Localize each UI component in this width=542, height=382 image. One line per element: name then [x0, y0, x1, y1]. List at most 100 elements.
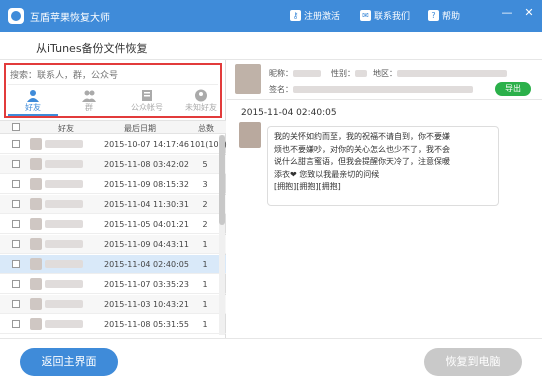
avatar	[30, 218, 42, 230]
row-date: 2015-11-05 04:01:21	[104, 220, 189, 229]
row-checkbox[interactable]	[12, 180, 20, 188]
nickname-label: 昵称：	[269, 69, 293, 78]
page-title: 从iTunes备份文件恢复	[36, 42, 148, 55]
list-scrollbar[interactable]	[219, 135, 225, 335]
row-total: 2	[202, 220, 208, 229]
help-label: 帮助	[442, 12, 461, 22]
tab-friends[interactable]: 好友	[8, 88, 58, 116]
close-button[interactable]: ✕	[522, 6, 536, 20]
table-row[interactable]: 2015-11-08 03:42:02 5	[0, 155, 226, 174]
row-checkbox[interactable]	[12, 200, 20, 208]
sender-avatar	[239, 122, 261, 148]
official-account-icon	[142, 90, 152, 101]
gender-label: 性别：	[331, 69, 355, 78]
row-date: 2015-11-03 10:43:21	[104, 300, 189, 309]
table-row[interactable]: 2015-11-07 03:35:23 1	[0, 275, 226, 294]
col-friend: 好友	[58, 124, 74, 133]
tab-unknown-friends[interactable]: 未知好友	[176, 88, 226, 116]
message-line: 我的关怀如约而至，我的祝福不请自到，你不要嫌	[274, 132, 450, 141]
table-row[interactable]: 2015-11-09 04:43:11 1	[0, 235, 226, 254]
tab-official-accounts[interactable]: 公众帐号	[122, 88, 172, 116]
gender-blurred	[355, 70, 367, 77]
avatar	[30, 258, 42, 270]
contact-list-panel: 好友 群 公众帐号 未知好友 好友	[0, 60, 227, 338]
person-icon	[27, 90, 39, 102]
row-checkbox[interactable]	[12, 300, 20, 308]
signature-label: 签名：	[269, 85, 293, 94]
nickname-blurred	[293, 70, 321, 77]
row-total: 101(101)	[190, 140, 227, 149]
row-total: 1	[202, 320, 208, 329]
row-checkbox[interactable]	[12, 320, 20, 328]
tab-groups[interactable]: 群	[64, 88, 114, 116]
message-line: 烦也不要嫌吵，对你的关心怎么也少不了，我不会	[274, 144, 450, 154]
mail-icon: ✉	[360, 10, 371, 21]
tab-label: 群	[85, 103, 93, 112]
contact-name-blurred	[45, 320, 83, 328]
select-all-checkbox[interactable]	[12, 123, 20, 131]
row-checkbox[interactable]	[12, 160, 20, 168]
help-icon: ?	[428, 10, 439, 21]
contact-name-blurred	[45, 260, 83, 268]
message-timestamp: 2015-11-04 02:40:05	[241, 108, 337, 118]
title-bar: 互盾苹果恢复大师 ⚷ 注册激活 ✉ 联系我们 ? 帮助 — ✕	[0, 0, 542, 32]
table-row[interactable]: 2015-11-05 04:01:21 2	[0, 215, 226, 234]
register-button[interactable]: ⚷ 注册激活	[290, 9, 340, 22]
search-input[interactable]	[8, 67, 218, 85]
signature-blurred	[293, 86, 473, 93]
row-checkbox[interactable]	[12, 240, 20, 248]
avatar	[30, 198, 42, 210]
contact-name-blurred	[45, 200, 83, 208]
row-checkbox[interactable]	[12, 220, 20, 228]
col-total: 总数	[198, 124, 214, 133]
back-to-main-button[interactable]: 返回主界面	[20, 348, 118, 376]
row-date: 2015-11-04 02:40:05	[104, 260, 189, 269]
contact-info-header: 昵称： 性别： 地区： 签名： 导出	[227, 60, 542, 100]
col-last-date: 最后日期	[124, 124, 156, 133]
avatar	[30, 298, 42, 310]
message-line: 添衣❤ 您致以我最亲切的问候	[274, 169, 380, 179]
table-row[interactable]: 2015-11-09 08:15:32 3	[0, 175, 226, 194]
register-label: 注册激活	[304, 12, 341, 22]
restore-to-computer-button[interactable]: 恢复到电脑	[424, 348, 522, 376]
help-button[interactable]: ? 帮助	[428, 9, 460, 22]
scrollbar-thumb[interactable]	[219, 135, 225, 225]
message-line: [拥抱][拥抱][拥抱]	[274, 182, 341, 191]
app-title: 互盾苹果恢复大师	[30, 13, 110, 24]
row-checkbox[interactable]	[12, 260, 20, 268]
app-logo-icon	[8, 8, 24, 24]
tab-label: 未知好友	[185, 103, 217, 112]
contact-name-blurred	[45, 220, 83, 228]
minimize-button[interactable]: —	[500, 6, 514, 20]
table-row[interactable]: 2015-11-04 11:30:31 2	[0, 195, 226, 214]
avatar	[30, 318, 42, 330]
row-date: 2015-11-08 03:42:02	[104, 160, 189, 169]
signature-field: 签名：	[269, 84, 473, 95]
table-row[interactable]: 2015-11-08 05:31:55 1	[0, 315, 226, 334]
region-label: 地区：	[373, 69, 397, 78]
region-blurred	[397, 70, 507, 77]
row-checkbox[interactable]	[12, 280, 20, 288]
table-row[interactable]: 2015-10-07 14:17:46 101(101)	[0, 135, 227, 154]
table-row[interactable]: 2015-11-03 10:43:21 1	[0, 295, 226, 314]
contact-name-blurred	[45, 140, 83, 148]
row-total: 1	[202, 280, 208, 289]
unknown-friend-icon	[195, 89, 207, 102]
row-date: 2015-11-07 03:35:23	[104, 280, 189, 289]
tab-label: 公众帐号	[131, 103, 163, 112]
table-row-selected[interactable]: 2015-11-04 02:40:05 1	[0, 255, 226, 274]
row-date: 2015-11-04 11:30:31	[104, 200, 189, 209]
row-checkbox[interactable]	[12, 140, 20, 148]
avatar	[30, 238, 42, 250]
contact-name-blurred	[45, 180, 83, 188]
contact-avatar	[235, 64, 261, 94]
export-button[interactable]: 导出	[495, 82, 531, 96]
row-date: 2015-11-09 08:15:32	[104, 180, 189, 189]
row-date: 2015-10-07 14:17:46	[104, 140, 189, 149]
avatar	[30, 278, 42, 290]
group-icon	[82, 90, 96, 102]
tab-label: 好友	[25, 103, 41, 112]
contact-name-blurred	[45, 280, 83, 288]
contact-button[interactable]: ✉ 联系我们	[360, 9, 410, 22]
nickname-field: 昵称：	[269, 68, 321, 79]
